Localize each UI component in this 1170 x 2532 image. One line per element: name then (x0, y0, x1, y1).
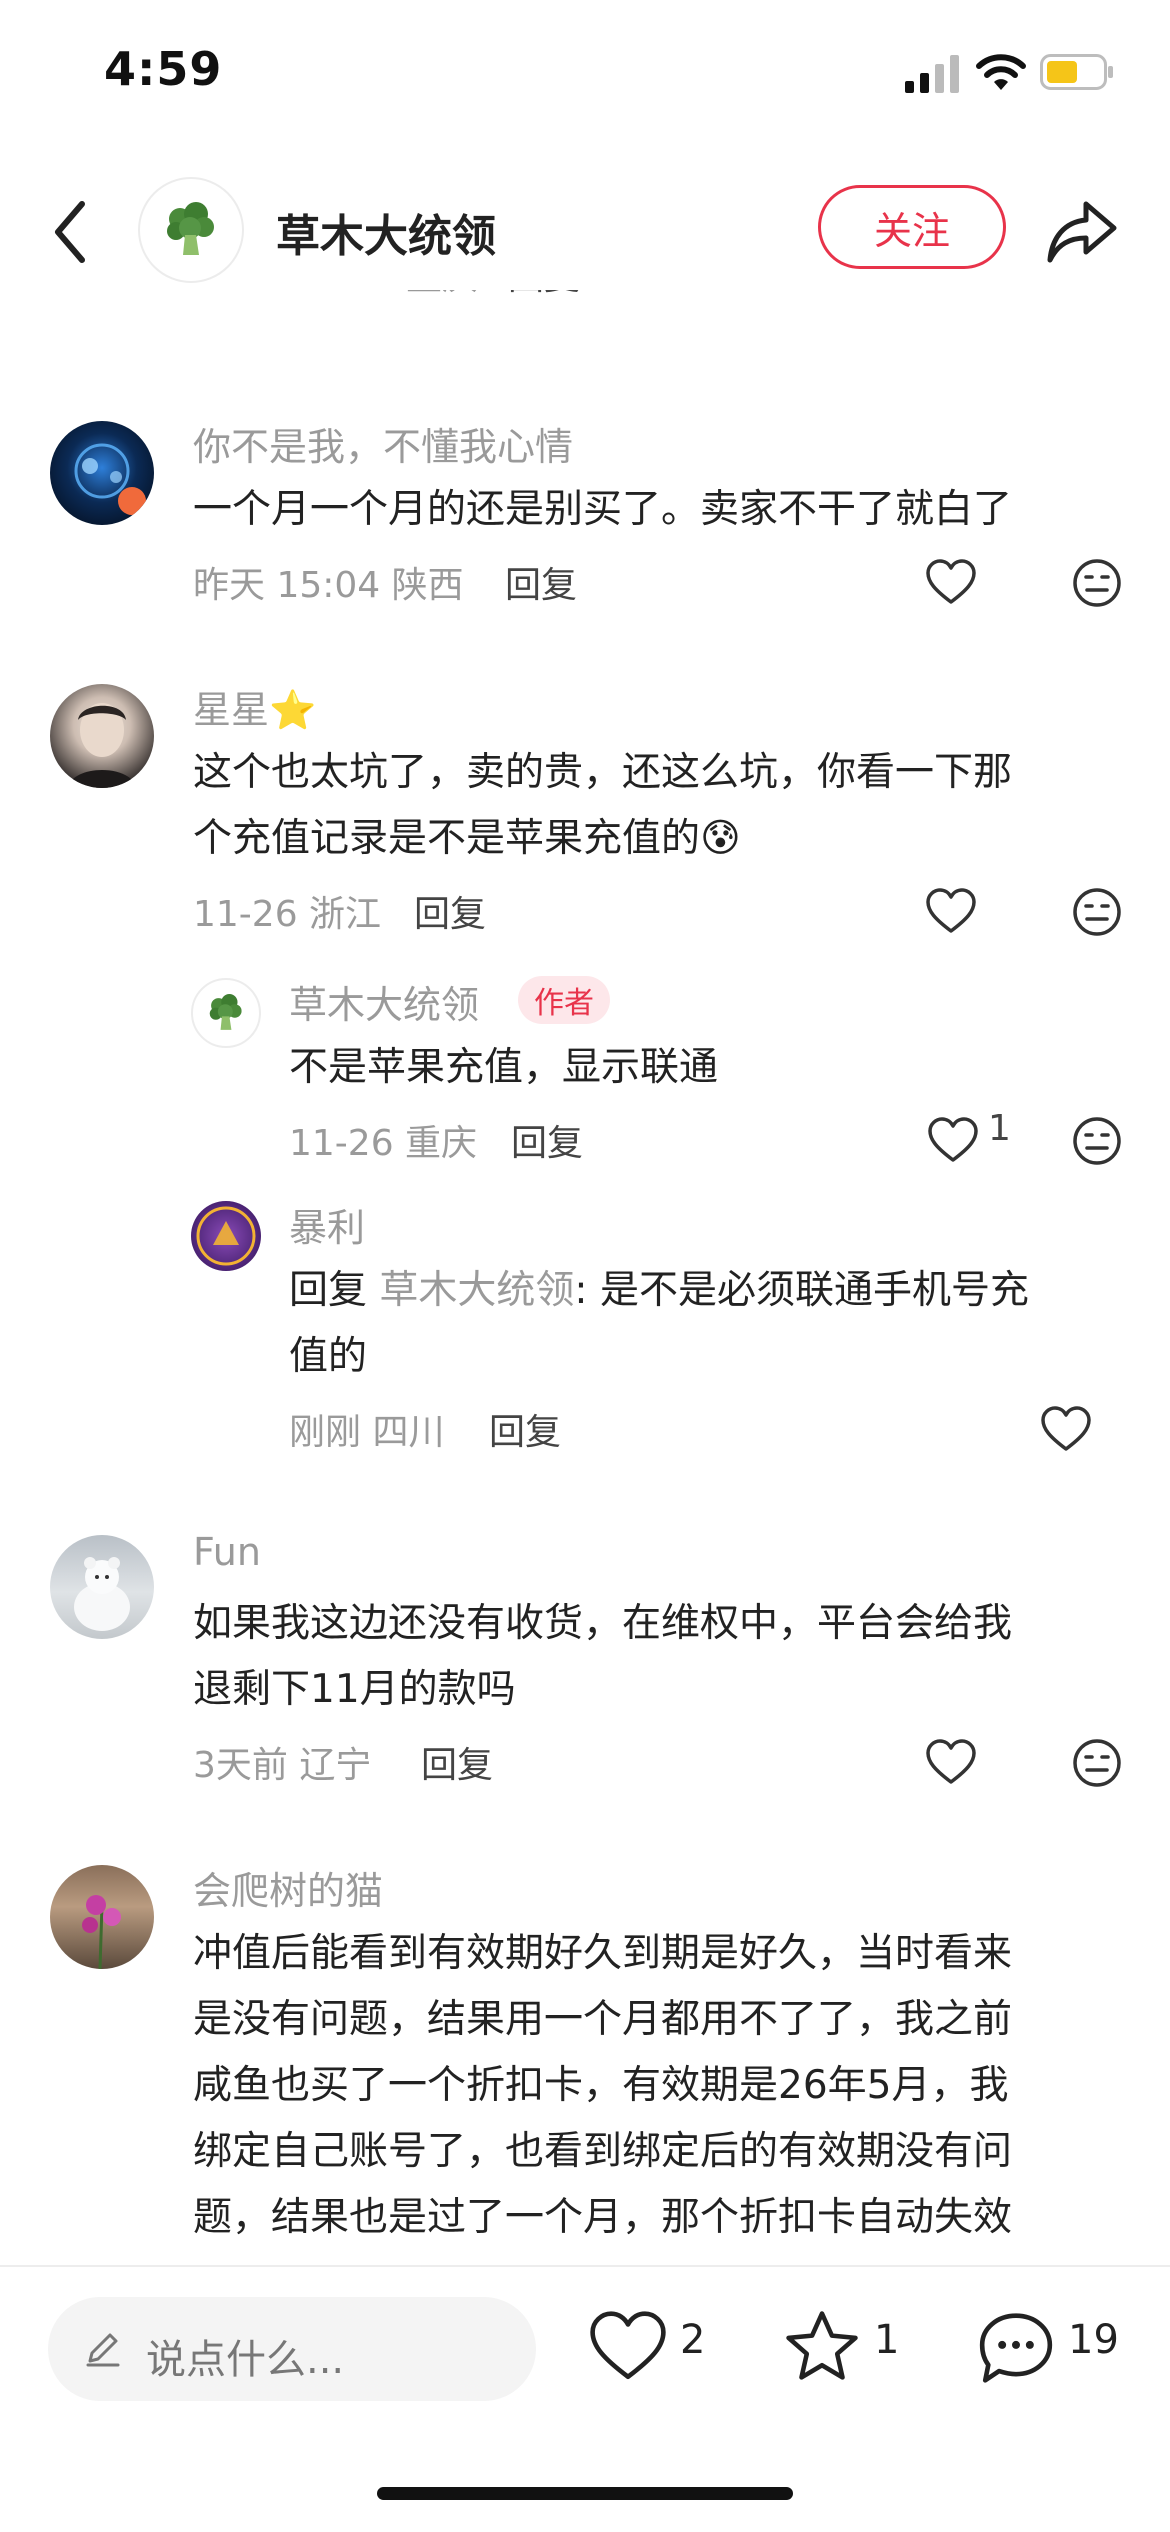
collect-count: 1 (874, 2317, 900, 2363)
partial-comment-footer: 12-17 重庆 回复 (0, 290, 1170, 328)
heart-outline-icon[interactable] (925, 1738, 977, 1786)
comment-text: 冲值后能看到有效期好久到期是好久，当时看来 (193, 1931, 1013, 1976)
reply-text: 值的 (289, 1334, 368, 1379)
pencil-icon (86, 2333, 120, 2367)
comment-count: 19 (1068, 2317, 1119, 2363)
avatar-image (82, 1895, 121, 1969)
comment-input-placeholder: 说点什么... (146, 2337, 345, 2383)
reply-text: 不是苹果充值，显示联通 (289, 1045, 719, 1090)
user-avatar[interactable] (50, 421, 154, 525)
comment-input[interactable]: 说点什么... (48, 2297, 536, 2401)
heart-outline-icon[interactable] (588, 2309, 668, 2383)
heart-outline-icon[interactable] (925, 558, 977, 606)
like-count: 2 (680, 2317, 706, 2363)
nav-bar: 草木大统领 关注 (0, 170, 1170, 290)
chevron-left-icon[interactable] (50, 200, 90, 264)
avatar-image (74, 443, 146, 515)
reply-username[interactable]: 草木大统领 (289, 974, 479, 1029)
comment-username[interactable]: 会爬树的猫 (193, 1860, 383, 1915)
comment-text: 这个也太坑了，卖的贵，还这么坑，你看一下那 (193, 750, 1013, 795)
neutral-face-icon[interactable] (1072, 558, 1122, 608)
author-badge: 作者 (518, 976, 610, 1024)
user-avatar[interactable] (50, 1535, 154, 1639)
avatar-image (196, 1206, 256, 1266)
reply-prefix: 回复 (289, 1268, 380, 1313)
neutral-face-icon[interactable] (1072, 887, 1122, 937)
comment-text: 是没有问题，结果用一个月都用不了了，我之前 (193, 1997, 1013, 2042)
speech-bubble-icon[interactable] (976, 2309, 1056, 2387)
star-outline-icon[interactable] (782, 2309, 862, 2385)
comment-username[interactable]: Fun (193, 1530, 261, 1574)
reply-button[interactable]: 回复 (414, 885, 486, 937)
neutral-face-icon[interactable] (1072, 1738, 1122, 1788)
comment-meta: 12-17 重庆 (290, 290, 478, 300)
comment-text: 个充值记录是不是苹果充值的😰 (193, 816, 741, 861)
broccoli-icon (209, 994, 242, 1030)
comment-text: 题，结果也是过了一个月，那个折扣卡自动失效 (193, 2195, 1013, 2240)
comment-text: 咸鱼也买了一个折扣卡，有效期是26年5月，我 (193, 2063, 1009, 2108)
wifi-icon (976, 54, 1026, 90)
home-indicator (377, 2487, 793, 2500)
reply-button[interactable]: 回复 (421, 1736, 493, 1788)
page-title: 草木大统领 (276, 211, 496, 262)
user-avatar[interactable] (50, 684, 154, 788)
comment-username[interactable]: 星星⭐ (193, 679, 316, 734)
avatar-image (74, 1557, 130, 1631)
reply-text-body: : 是不是必须联通手机号充 (574, 1268, 1029, 1313)
status-time: 4:59 (104, 42, 223, 96)
comment-list: 12-17 重庆 回复 你不是我，不懂我心情 一个月一个月的还是别买了。卖家不干… (0, 290, 1170, 2265)
heart-outline-icon[interactable] (927, 1116, 979, 1164)
reply-avatar[interactable] (191, 1201, 261, 1271)
reply-username[interactable]: 暴利 (289, 1197, 365, 1252)
reply-button[interactable]: 回复 (511, 1114, 583, 1166)
avatar-image (68, 703, 136, 788)
comment-text: 退剩下11月的款吗 (193, 1667, 516, 1712)
reply-avatar[interactable] (191, 978, 261, 1048)
like-count: 1 (988, 1108, 1011, 1149)
reply-button[interactable]: 回复 (489, 1403, 561, 1455)
reply-meta: 刚刚 四川 (289, 1412, 445, 1453)
reply-text: 回复 草木大统领: 是不是必须联通手机号充 (289, 1258, 1029, 1324)
comment-text: 一个月一个月的还是别买了。卖家不干了就白了 (193, 487, 1013, 532)
user-avatar[interactable] (50, 1865, 154, 1969)
battery-icon (1040, 54, 1113, 90)
comment-meta: 11-26 浙江 (193, 894, 382, 935)
comment-meta: 昨天 15:04 陕西 (193, 565, 464, 606)
comment-text: 绑定自己账号了，也看到绑定后的有效期没有问 (193, 2129, 1013, 2174)
status-bar: 4:59 (0, 0, 1170, 150)
comment-meta: 3天前 辽宁 (193, 1745, 372, 1786)
heart-outline-icon[interactable] (1040, 1405, 1092, 1453)
comment-text: 如果我这边还没有收货，在维权中，平台会给我 (193, 1601, 1013, 1646)
reply-meta: 11-26 重庆 (289, 1123, 478, 1164)
comment-username[interactable]: 你不是我，不懂我心情 (193, 416, 573, 471)
reply-button[interactable]: 回复 (508, 290, 580, 300)
cellular-signal-icon (905, 55, 959, 93)
reply-target-username[interactable]: 草木大统领 (379, 1268, 574, 1313)
author-avatar[interactable] (138, 177, 244, 283)
heart-outline-icon[interactable] (925, 887, 977, 935)
neutral-face-icon[interactable] (1072, 1116, 1122, 1166)
share-arrow-icon[interactable] (1046, 198, 1118, 264)
follow-button[interactable]: 关注 (818, 185, 1006, 269)
reply-button[interactable]: 回复 (505, 556, 577, 608)
broccoli-icon (167, 202, 214, 255)
